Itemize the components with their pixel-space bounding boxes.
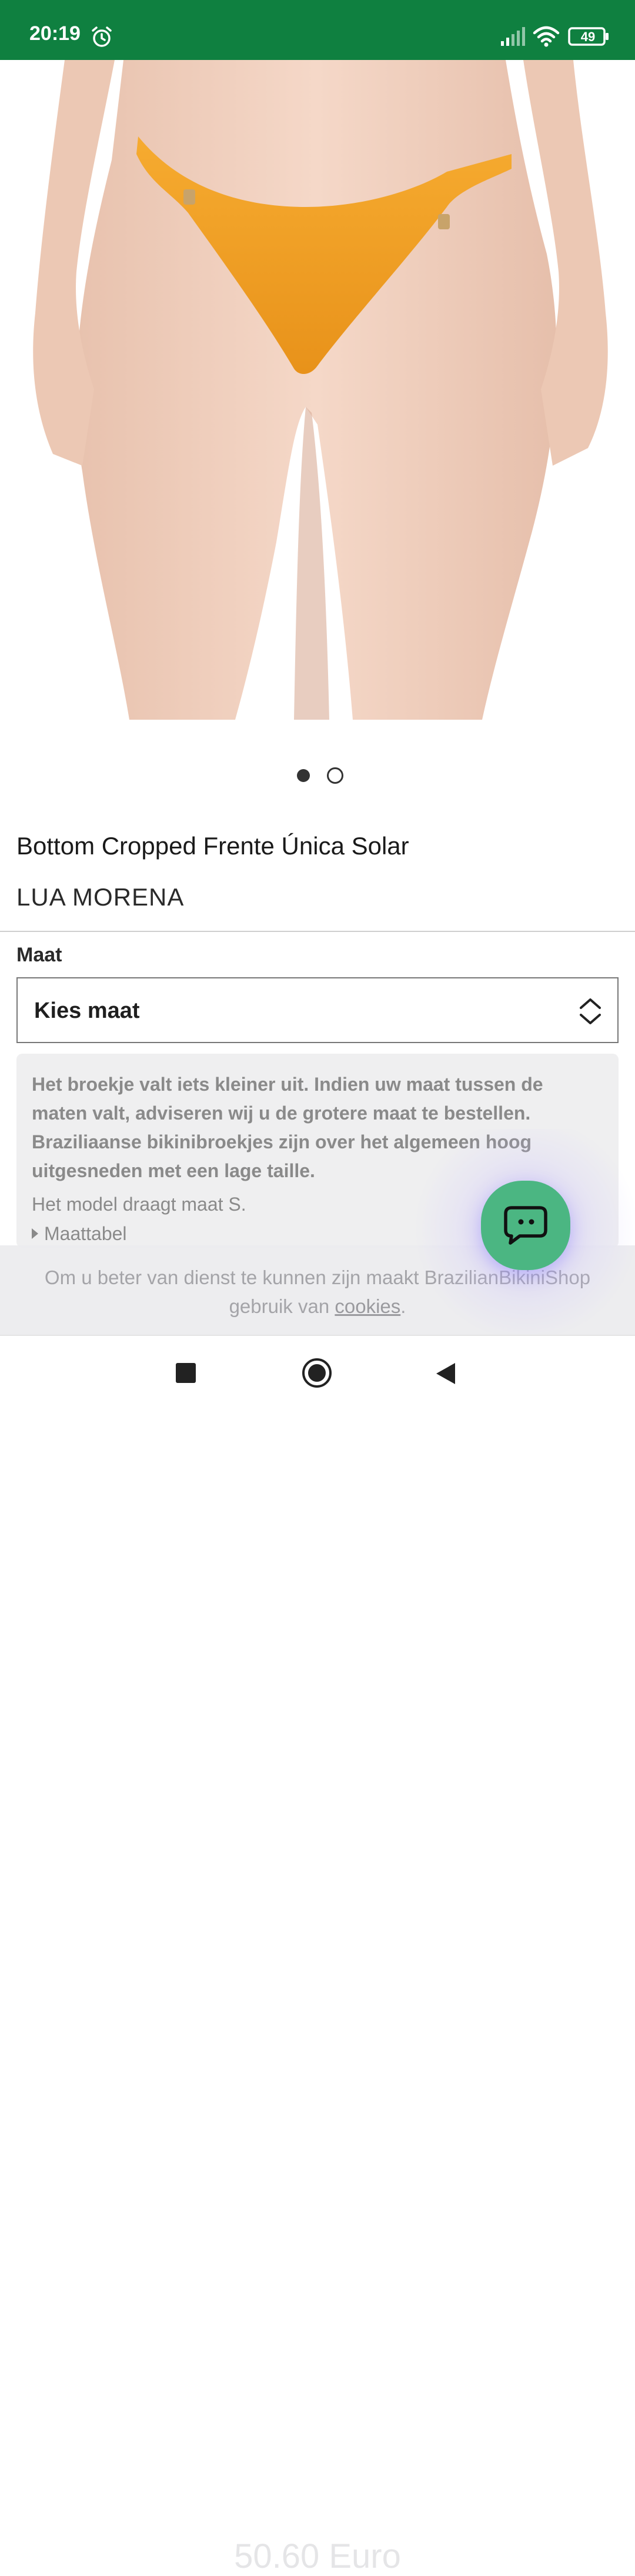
back-button[interactable] [435,1362,456,1385]
wifi-icon [533,26,560,47]
chat-icon [504,1206,547,1245]
chat-button[interactable] [481,1181,570,1270]
size-label: Maat [16,944,62,966]
price: 50.60 Euro [234,2537,401,2575]
system-nav-bar [0,1335,635,1412]
brand-name[interactable]: LUA MORENA [16,883,184,911]
size-select-value: Kies maat [34,998,140,1023]
size-chart-label: Maattabel [44,1223,127,1244]
carousel-dot[interactable] [327,767,343,784]
size-select[interactable]: Kies maat [16,977,619,1043]
cookies-link[interactable]: cookies [335,1295,400,1317]
model-size-text: Het model draagt maat S. [32,1194,246,1215]
divider [0,931,635,932]
battery-level: 49 [580,29,596,44]
alarm-icon [92,26,112,47]
product-title: Bottom Cropped Frente Única Solar [16,832,409,860]
signal-icon [501,27,525,46]
product-image[interactable] [0,60,635,720]
carousel-dot-active[interactable] [297,769,310,782]
cookie-text-end: . [400,1295,406,1317]
chevron-updown-icon [580,998,601,1024]
recent-apps-button[interactable] [176,1363,196,1383]
triangle-right-icon [32,1228,38,1239]
status-bar: 20:19 49 [0,0,635,60]
product-photo [33,60,608,720]
home-button[interactable] [301,1357,333,1389]
size-chart-toggle[interactable]: Maattabel [32,1223,127,1245]
status-time: 20:19 [29,22,81,45]
